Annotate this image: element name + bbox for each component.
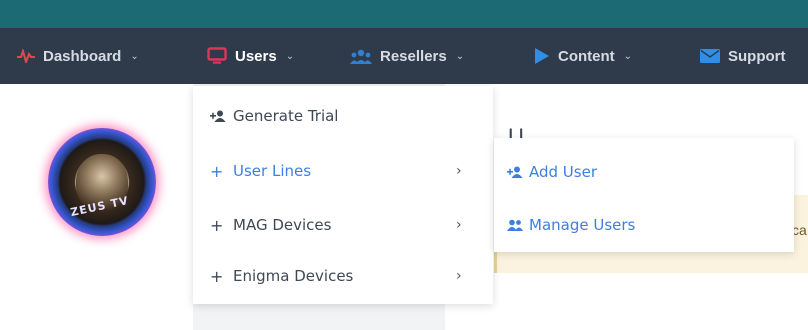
main-navbar: Dashboard ⌄ Users ⌄ Resellers ⌄ Content … bbox=[0, 28, 808, 84]
nav-support-label: Support bbox=[728, 47, 786, 65]
nav-support[interactable]: Support bbox=[700, 28, 786, 84]
pulse-icon bbox=[17, 49, 35, 63]
submenu-item-add-user[interactable]: Add User bbox=[494, 148, 794, 196]
nav-dashboard-label: Dashboard bbox=[43, 47, 122, 65]
nav-content-label: Content bbox=[558, 47, 615, 65]
users-group-icon bbox=[350, 48, 372, 64]
nav-users-label: Users bbox=[235, 47, 277, 65]
nav-users[interactable]: Users ⌄ bbox=[207, 28, 294, 84]
chevron-right-icon: › bbox=[456, 217, 462, 233]
warning-text: ca bbox=[792, 222, 807, 238]
menu-item-label: MAG Devices bbox=[233, 216, 332, 234]
monitor-icon bbox=[207, 47, 227, 65]
top-accent-bar bbox=[0, 0, 808, 28]
chevron-down-icon: ⌄ bbox=[130, 50, 139, 62]
menu-item-label: Generate Trial bbox=[233, 107, 339, 125]
chevron-right-icon: › bbox=[456, 268, 462, 284]
nav-dashboard[interactable]: Dashboard ⌄ bbox=[17, 28, 139, 84]
plus-icon: + bbox=[210, 266, 224, 286]
submenu-item-manage-users[interactable]: Manage Users bbox=[494, 201, 794, 249]
zeus-tv-logo: ZEUS TV bbox=[48, 128, 156, 236]
nav-resellers-label: Resellers bbox=[380, 47, 447, 65]
menu-item-generate-trial[interactable]: Generate Trial bbox=[193, 90, 493, 142]
users-dropdown-menu: Generate Trial + User Lines › + MAG Devi… bbox=[193, 86, 493, 304]
menu-item-label: Enigma Devices bbox=[233, 267, 354, 285]
user-plus-icon bbox=[507, 166, 523, 178]
plus-icon: + bbox=[210, 215, 224, 235]
menu-item-user-lines[interactable]: + User Lines › bbox=[193, 145, 493, 197]
menu-item-label: User Lines bbox=[233, 162, 312, 180]
chevron-right-icon: › bbox=[456, 163, 462, 179]
user-lines-submenu: Add User Manage Users bbox=[494, 138, 794, 252]
users-group-icon bbox=[507, 219, 523, 231]
submenu-item-label: Manage Users bbox=[529, 216, 636, 234]
envelope-icon bbox=[700, 49, 720, 63]
chevron-down-icon: ⌄ bbox=[623, 50, 633, 62]
chevron-down-icon: ⌄ bbox=[285, 50, 295, 62]
user-plus-icon bbox=[210, 107, 228, 126]
submenu-item-label: Add User bbox=[529, 163, 597, 181]
plus-icon: + bbox=[210, 161, 224, 181]
play-icon bbox=[534, 47, 550, 65]
menu-item-mag-devices[interactable]: + MAG Devices › bbox=[193, 199, 493, 251]
chevron-down-icon: ⌄ bbox=[455, 50, 465, 62]
menu-item-enigma-devices[interactable]: + Enigma Devices › bbox=[193, 250, 493, 302]
nav-resellers[interactable]: Resellers ⌄ bbox=[350, 28, 464, 84]
nav-content[interactable]: Content ⌄ bbox=[534, 28, 632, 84]
